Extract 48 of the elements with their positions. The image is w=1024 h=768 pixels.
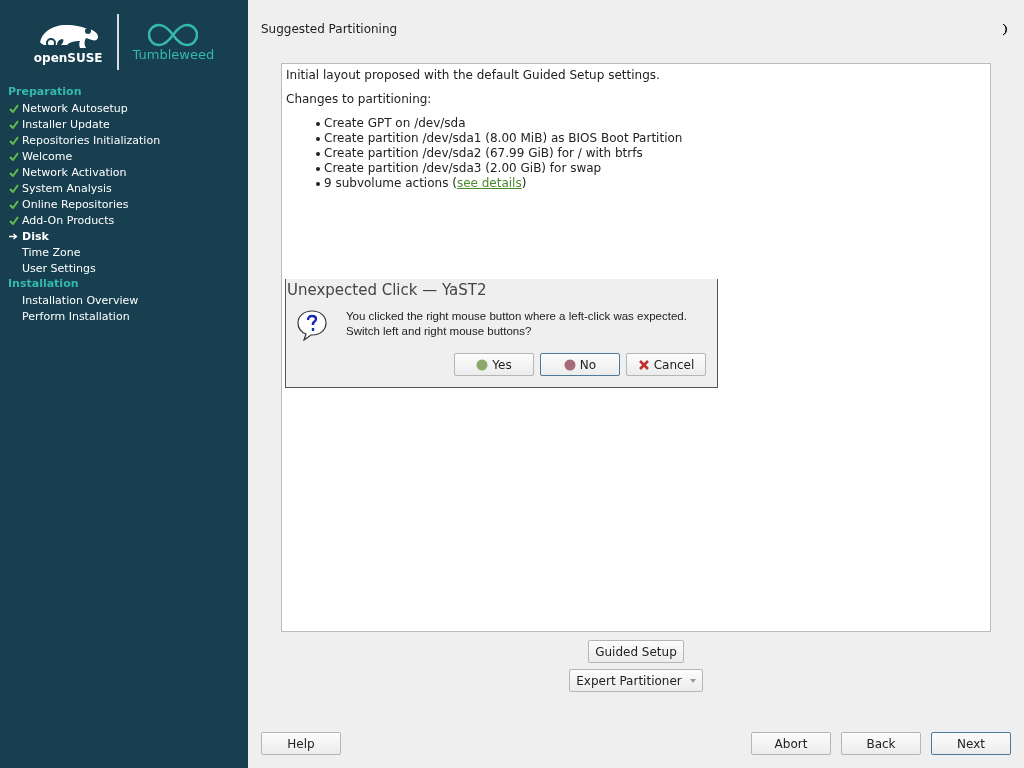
change-item: Create partition /dev/sda3 (2.00 GiB) for swap	[324, 161, 602, 176]
circle-icon	[476, 358, 489, 371]
step-label: User Settings	[22, 261, 96, 275]
dialog-message: You clicked the right mouse button where a left-click was expected. Switch left and right mouse buttons?	[346, 309, 687, 339]
intro-text: Initial layout proposed with the default Guided Setup settings.	[286, 68, 661, 83]
step-label: Network Activation	[22, 165, 127, 179]
section-heading: Preparation	[7, 84, 83, 100]
help-button[interactable]: Help	[261, 732, 341, 755]
dialog-button[interactable]: Yes	[454, 353, 534, 376]
bullet-icon	[316, 122, 320, 126]
step-label: System Analysis	[22, 181, 112, 195]
bullet-icon	[316, 182, 320, 186]
brand-name: openSUSE	[33, 51, 103, 65]
step-label: Time Zone	[22, 245, 81, 259]
step-label: Welcome	[22, 149, 73, 163]
footer-button[interactable]: Abort	[751, 732, 831, 755]
step-label: Installation Overview	[22, 293, 139, 307]
change-item: Create partition /dev/sda1 (8.00 MiB) as BIOS Boot Partition	[324, 131, 683, 146]
change-item: Create partition /dev/sda2 (67.99 GiB) for / with btrfs	[324, 146, 643, 161]
footer-button[interactable]: Next	[931, 732, 1011, 755]
step-label: Disk	[22, 229, 49, 243]
dialog-title: Unexpected Click — YaST2	[286, 280, 488, 301]
changes-heading: Changes to partitioning:	[286, 92, 433, 107]
step-label: Repositories Initialization	[22, 133, 161, 147]
bullet-icon	[316, 137, 320, 141]
product-name: Tumbleweed	[132, 46, 215, 62]
caret-icon	[689, 678, 696, 683]
change-item: 9 subvolume actions (see details)	[324, 176, 527, 191]
step-label: Perform Installation	[22, 309, 130, 323]
step-label: Network Autosetup	[22, 101, 128, 115]
change-item: Create GPT on /dev/sda	[324, 116, 466, 131]
question-bubble-icon	[296, 309, 328, 341]
guided-setup-button[interactable]: Guided Setup	[588, 640, 684, 663]
step-label: Installer Update	[22, 117, 110, 131]
dialog-button[interactable]: Cancel	[626, 353, 706, 376]
section-heading: Installation	[7, 276, 80, 292]
dialog-button[interactable]: No	[540, 353, 620, 376]
step-label: Online Repositories	[22, 197, 129, 211]
expert-partitioner-dropdown[interactable]: Expert Partitioner	[569, 669, 703, 692]
cross-icon	[637, 358, 650, 371]
circle-icon	[563, 358, 576, 371]
bullet-icon	[316, 152, 320, 156]
footer-button[interactable]: Back	[841, 732, 921, 755]
page-title: Suggested Partitioning	[261, 22, 398, 36]
step-label: Add-On Products	[22, 213, 115, 227]
infinity-icon	[148, 22, 199, 47]
bullet-icon	[316, 167, 320, 171]
details-link[interactable]: see details	[456, 176, 522, 190]
